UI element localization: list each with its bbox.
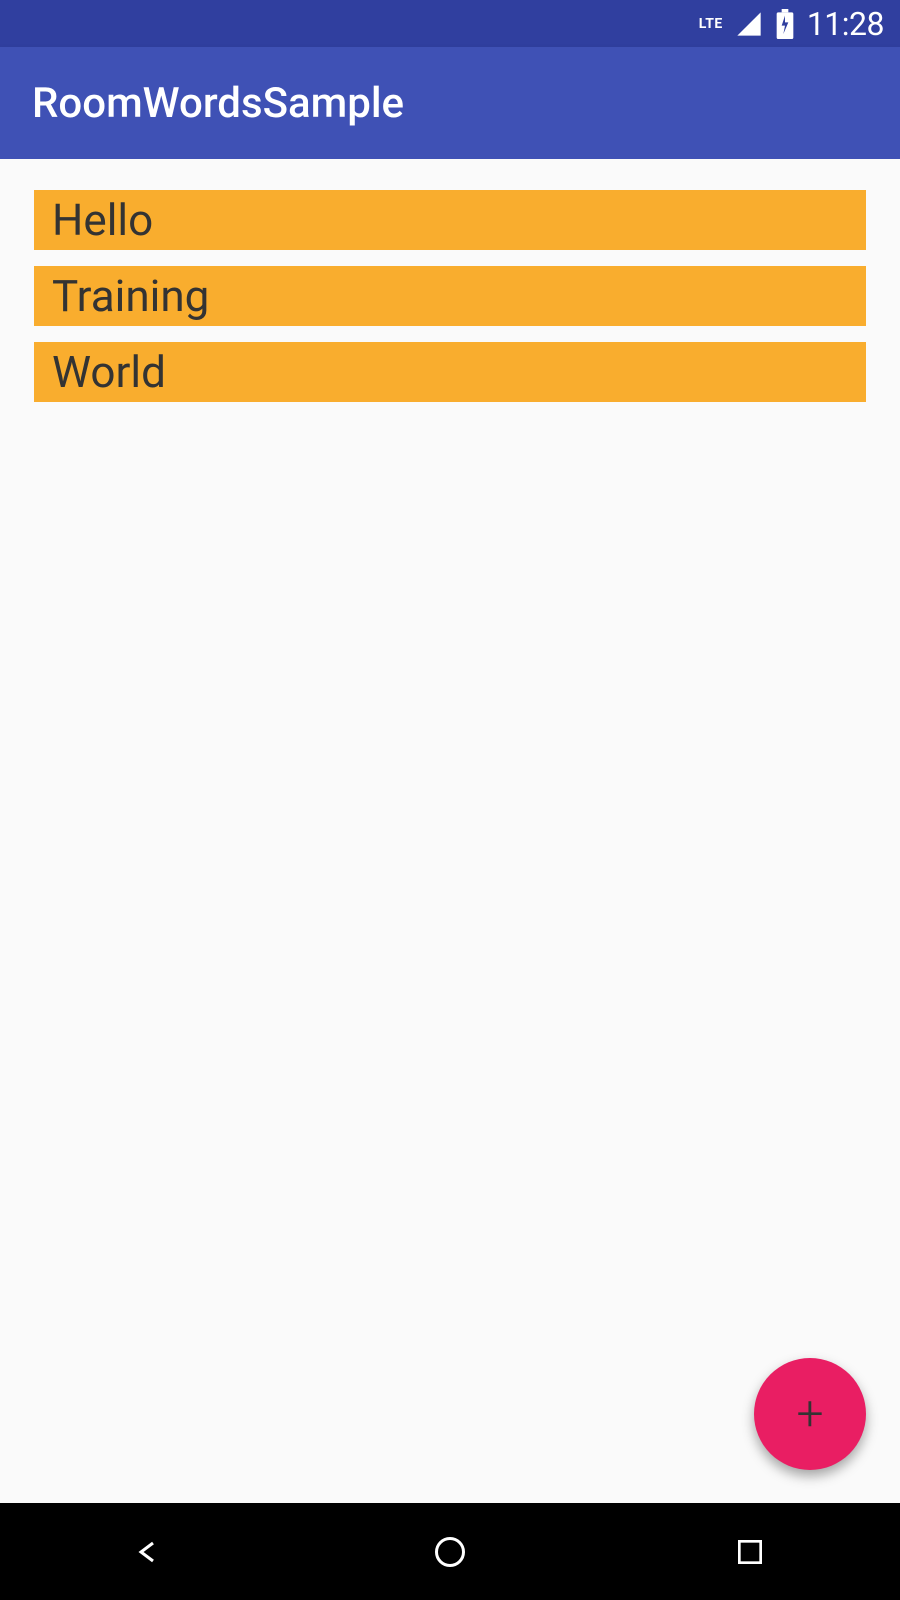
list-item[interactable]: Hello <box>34 190 866 250</box>
status-bar: LTE 11:28 <box>0 0 900 47</box>
content-area: Hello Training World <box>0 159 900 1503</box>
back-button[interactable] <box>125 1527 175 1577</box>
signal-icon <box>735 10 763 38</box>
status-time: 11:28 <box>807 5 884 43</box>
word-text: Hello <box>52 194 153 246</box>
word-text: World <box>52 346 166 398</box>
network-label: LTE <box>699 16 723 32</box>
battery-charging-icon <box>775 9 795 39</box>
app-title: RoomWordsSample <box>32 79 404 128</box>
plus-icon: + <box>796 1390 823 1438</box>
list-item[interactable]: World <box>34 342 866 402</box>
add-button[interactable]: + <box>754 1358 866 1470</box>
list-item[interactable]: Training <box>34 266 866 326</box>
recents-button[interactable] <box>725 1527 775 1577</box>
word-text: Training <box>52 270 209 322</box>
navigation-bar <box>0 1503 900 1600</box>
app-bar: RoomWordsSample <box>0 47 900 159</box>
home-button[interactable] <box>425 1527 475 1577</box>
